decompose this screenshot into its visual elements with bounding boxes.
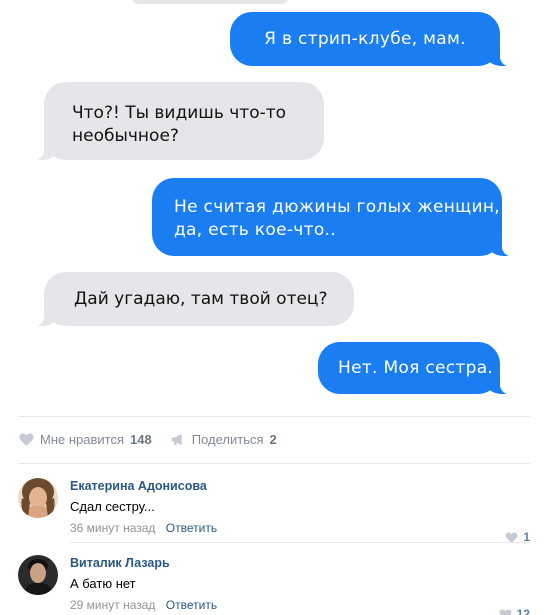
heart-icon — [499, 608, 512, 615]
message-text-line: да, есть кое-что.. — [174, 220, 336, 240]
post-actions: Мне нравится 148 Поделиться 2 — [18, 429, 295, 449]
share-label: Поделиться — [191, 431, 264, 447]
comment-text: Сдал сестру... — [70, 499, 155, 514]
divider — [70, 542, 530, 543]
message-text-line: Не считая дюжины голых женщин, — [174, 197, 500, 217]
message-bubble-outgoing: Нет. Моя сестра. — [318, 342, 512, 395]
message-bubble-outgoing: Я в стрип-клубе, мам. — [230, 12, 512, 67]
megaphone-icon — [170, 432, 186, 446]
like-count: 148 — [130, 431, 152, 447]
divider — [18, 416, 530, 417]
message-text: Я в стрип-клубе, мам. — [264, 29, 466, 49]
message-text-line: необычное? — [72, 126, 179, 146]
like-label: Мне нравится — [40, 431, 125, 447]
comment-like-button[interactable]: 12 — [499, 607, 530, 615]
cropped-bubble — [130, 0, 290, 4]
reply-link[interactable]: Ответить — [166, 521, 217, 535]
comment-like-count: 12 — [516, 607, 530, 615]
avatar[interactable] — [18, 478, 58, 518]
heart-icon — [505, 531, 518, 543]
heart-icon — [18, 432, 34, 446]
reply-link[interactable]: Ответить — [166, 598, 217, 612]
message-bubble-incoming: Дай угадаю, там твой отец? — [32, 272, 354, 327]
comment-body: Виталик Лазарь А батю нет 29 минут назад… — [70, 555, 530, 613]
message-text: Нет. Моя сестра. — [338, 358, 494, 378]
comment-text: А батю нет — [70, 576, 136, 591]
message-text: Дай угадаю, там твой отец? — [74, 289, 328, 309]
message-bubble-incoming: Что?! Ты видишь что-то необычное? — [32, 82, 324, 161]
comment-author[interactable]: Екатерина Адонисова — [70, 478, 530, 494]
post-image-chat[interactable]: Я в стрип-клубе, мам. Что?! Ты видишь чт… — [0, 0, 548, 395]
comment-body: Екатерина Адонисова Сдал сестру... 36 ми… — [70, 478, 530, 536]
comment-author[interactable]: Виталик Лазарь — [70, 555, 530, 571]
avatar[interactable] — [18, 555, 58, 595]
comment-meta: 29 минут назад Ответить — [70, 597, 530, 613]
like-button[interactable]: Мне нравится 148 — [18, 432, 152, 447]
share-count: 2 — [269, 431, 277, 447]
share-button[interactable]: Поделиться 2 — [170, 432, 277, 447]
message-bubble-outgoing: Не считая дюжины голых женщин, да, есть … — [152, 178, 514, 257]
comment-time[interactable]: 36 минут назад — [70, 521, 155, 535]
comment-meta: 36 минут назад Ответить — [70, 520, 530, 536]
message-text-line: Что?! Ты видишь что-то — [72, 103, 287, 123]
comment-time[interactable]: 29 минут назад — [70, 598, 155, 612]
